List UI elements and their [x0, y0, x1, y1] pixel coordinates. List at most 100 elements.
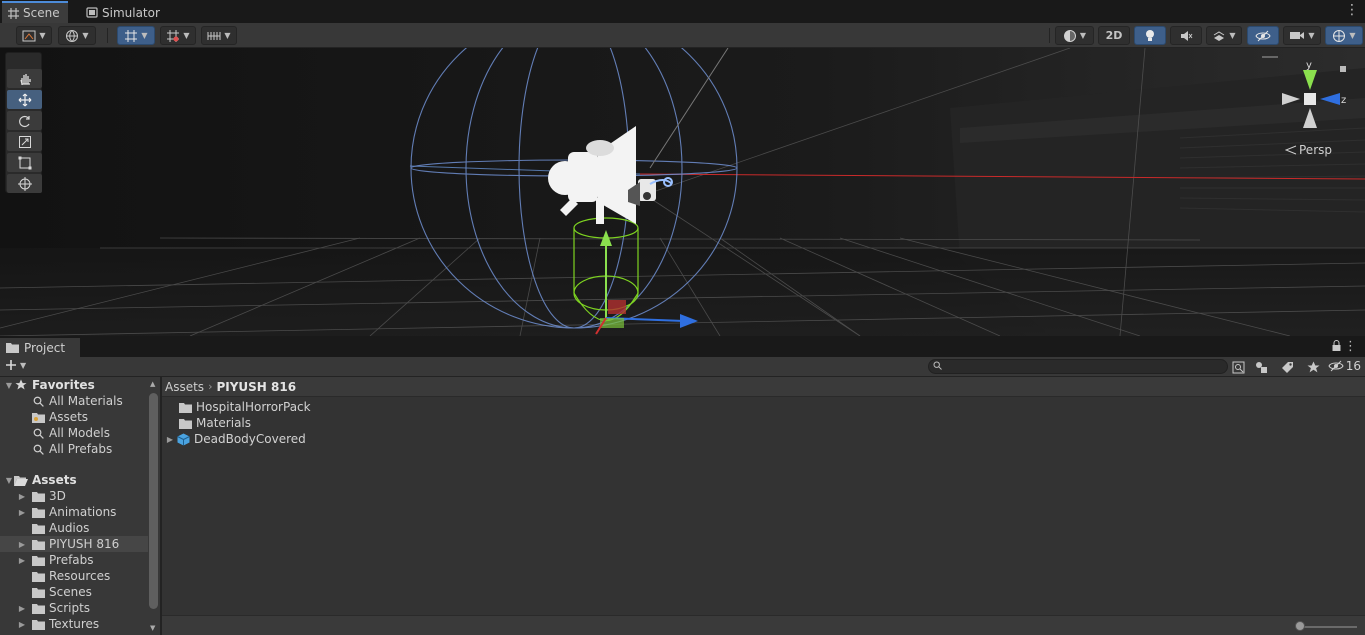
tree-folder-label: Animations [49, 505, 117, 519]
breadcrumb-separator-icon: › [208, 380, 213, 393]
tree-folder-label: Scenes [49, 585, 92, 599]
draw-mode-dropdown[interactable]: ▼ [16, 26, 52, 45]
favorite-item-label: All Prefabs [49, 442, 113, 456]
grid-snap-icon [125, 29, 138, 42]
asset-browser-footer [162, 615, 1365, 635]
scene-viewport[interactable]: y z Persp [0, 48, 1365, 336]
tree-folder-item[interactable]: ▶ Prefabs [0, 552, 148, 568]
tree-folder-item[interactable]: ▶ Scripts [0, 600, 148, 616]
favorite-button[interactable] [1303, 359, 1323, 375]
folder-open-icon [14, 475, 28, 486]
audio-toggle-button[interactable] [1170, 26, 1202, 45]
hand-tool-button[interactable] [7, 69, 42, 88]
favorite-item[interactable]: All Models [0, 425, 148, 441]
camera-settings-dropdown[interactable]: ▼ [1283, 26, 1321, 45]
eye-slash-icon [1328, 360, 1344, 372]
tree-folder-label: PIYUSH 816 [49, 537, 120, 551]
create-asset-dropdown[interactable]: ▼ [5, 359, 26, 371]
scale-tool-button[interactable] [7, 132, 42, 151]
expand-arrow-icon[interactable]: ▶ [17, 556, 27, 565]
scroll-up-icon[interactable]: ▲ [150, 380, 155, 388]
tab-simulator[interactable]: Simulator [80, 2, 168, 23]
icon-size-slider-track[interactable] [1299, 626, 1357, 628]
tree-folder-item[interactable]: Resources [0, 568, 148, 584]
tree-folder-item[interactable]: ▶ Textures [0, 616, 148, 632]
asset-item-label: HospitalHorrorPack [196, 400, 311, 414]
shading-mode-dropdown[interactable]: ▼ [1055, 26, 1094, 45]
tab-scene[interactable]: Scene [2, 1, 68, 23]
tree-folder-item[interactable]: ▶ Animations [0, 504, 148, 520]
tree-folder-item[interactable]: ▶ PIYUSH 816 [0, 536, 148, 552]
favorite-item[interactable]: All Prefabs [0, 441, 148, 457]
search-field[interactable] [928, 359, 1228, 374]
tab-project-label: Project [24, 340, 66, 355]
lighting-toggle-button[interactable] [1134, 26, 1166, 45]
filter-by-type-button[interactable] [1251, 359, 1271, 375]
project-folder-tree: ▼ Favorites All Materials Assets All Mod… [0, 377, 148, 635]
lock-icon[interactable] [1332, 340, 1341, 354]
folder-icon [31, 571, 45, 582]
folder-icon [31, 507, 45, 518]
gizmos-dropdown[interactable]: ▼ [1325, 26, 1363, 45]
favorites-label: Favorites [32, 378, 95, 392]
toggle-2d-button[interactable]: 2D [1098, 26, 1130, 45]
align-dropdown[interactable]: ▼ [201, 26, 237, 45]
tree-folder-label: Scripts [49, 601, 91, 615]
favorites-header[interactable]: ▼ Favorites [0, 377, 148, 393]
grid-snap-dropdown[interactable]: ▼ [117, 26, 155, 45]
tree-folder-label: Audios [49, 521, 90, 535]
expand-arrow-icon[interactable]: ▶ [17, 492, 27, 501]
rect-tool-button[interactable] [7, 153, 42, 172]
increment-snap-dropdown[interactable]: ▼ [160, 26, 196, 45]
hidden-count-label: 16 [1345, 359, 1361, 373]
icon-size-slider-knob[interactable] [1295, 621, 1305, 631]
folder-icon [31, 587, 45, 598]
folder-icon [178, 402, 192, 413]
tree-folder-item[interactable]: ▶ 3D [0, 488, 148, 504]
scene-render: y z [0, 48, 1365, 336]
expand-arrow-icon[interactable]: ▶ [17, 508, 27, 517]
tab-simulator-label: Simulator [102, 5, 160, 20]
folder-icon [31, 619, 45, 630]
filter-by-label-button[interactable] [1277, 359, 1297, 375]
tree-folder-item[interactable]: Audios [0, 520, 148, 536]
gizmo-y-label: y [1306, 60, 1312, 71]
device-icon [86, 7, 98, 18]
tab-project[interactable]: Project [0, 338, 80, 357]
rotate-tool-button[interactable] [7, 111, 42, 130]
effects-layers-icon [1214, 30, 1225, 41]
search-input[interactable] [945, 360, 1220, 373]
tree-folder-label: 3D [49, 489, 66, 503]
search-icon [933, 361, 942, 370]
render-globe-dropdown[interactable]: ▼ [58, 26, 96, 45]
tab-scene-label: Scene [23, 6, 60, 20]
expand-arrow-icon[interactable]: ▶ [17, 540, 27, 549]
more-options-icon[interactable]: ⋮ [1344, 339, 1357, 354]
tree-folder-item[interactable]: Scenes [0, 584, 148, 600]
move-tool-button[interactable] [7, 90, 42, 109]
asset-list-item[interactable]: ▶ DeadBodyCovered [164, 431, 306, 447]
breadcrumb-current[interactable]: PIYUSH 816 [216, 380, 296, 394]
expand-arrow-icon[interactable]: ▶ [164, 435, 176, 444]
favorite-item[interactable]: All Materials [0, 393, 148, 409]
asset-list-item[interactable]: HospitalHorrorPack [178, 399, 311, 415]
more-options-icon[interactable]: ⋮ [1345, 3, 1359, 17]
hidden-packages-toggle[interactable]: 16 [1328, 359, 1361, 373]
hidden-objects-toggle[interactable] [1247, 26, 1279, 45]
breadcrumb-item[interactable]: Assets [165, 380, 204, 394]
project-toolbar: ▼ 16 [0, 357, 1365, 377]
search-icon [33, 444, 44, 455]
favorite-item[interactable]: Assets [0, 409, 148, 425]
effects-dropdown[interactable]: ▼ [1206, 26, 1242, 45]
tree-scrollbar-thumb[interactable] [149, 393, 158, 609]
projection-toggle[interactable]: Persp [1285, 143, 1332, 157]
search-by-type-button[interactable] [1228, 359, 1248, 375]
transform-tool-button[interactable] [7, 174, 42, 193]
asset-list-item[interactable]: Materials [178, 415, 251, 431]
shapes-icon [1255, 361, 1267, 373]
assets-root-header[interactable]: ▼ Assets [0, 472, 148, 488]
expand-arrow-icon[interactable]: ▶ [17, 604, 27, 613]
expand-arrow-icon[interactable]: ▶ [17, 620, 27, 629]
scroll-down-icon[interactable]: ▼ [150, 624, 155, 632]
assets-root-label: Assets [32, 473, 77, 487]
